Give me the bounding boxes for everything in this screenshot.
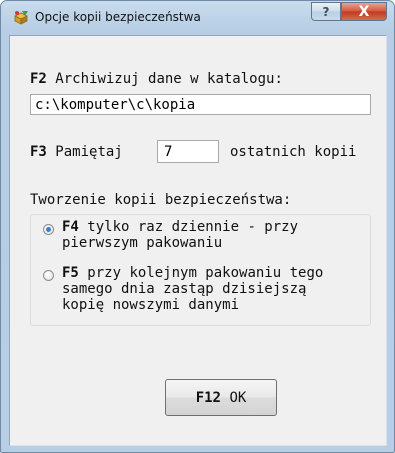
copies-label-before-text: Pamiętaj — [55, 144, 123, 160]
archive-path-input[interactable] — [30, 94, 371, 115]
option-replace-radio[interactable] — [43, 270, 54, 281]
title-bar[interactable]: Opcje kopii bezpieczeństwa ? X — [1, 1, 394, 35]
copies-label-after: ostatnich kopii — [230, 144, 357, 160]
dialog-window: Opcje kopii bezpieczeństwa ? X F2 Archiw… — [0, 0, 395, 453]
option-daily-key: F4 — [62, 219, 79, 235]
help-button[interactable]: ? — [311, 2, 341, 21]
option-daily-radio[interactable] — [43, 224, 54, 235]
backup-creation-heading: Tworzenie kopii bezpieczeństwa: — [30, 192, 292, 208]
help-icon: ? — [322, 4, 330, 19]
ok-key: F12 — [195, 389, 221, 406]
option-daily-text-line1: tylko raz dziennie - przy — [87, 219, 299, 235]
archive-key: F2 — [30, 71, 47, 87]
option-daily-text-line2: pierwszym pakowaniu — [62, 235, 223, 251]
ok-button[interactable]: F12 OK — [165, 379, 277, 416]
close-icon: X — [358, 3, 370, 20]
option-replace-text-line3: kopię nowszymi danymi — [62, 297, 240, 313]
option-daily-label[interactable]: F4 tylko raz dziennie - przy — [62, 219, 298, 235]
option-replace-text-line2: samego dnia zastąp dzisiejszą — [62, 281, 307, 297]
option-replace-key: F5 — [62, 265, 79, 281]
option-replace-text-line1: przy kolejnym pakowaniu tego — [87, 265, 324, 281]
backup-app-icon — [13, 10, 29, 26]
dialog-body: F2 Archiwizuj dane w katalogu: F3 Pamięt… — [9, 35, 387, 446]
radio-selected-dot — [46, 227, 51, 232]
window-title: Opcje kopii bezpieczeństwa — [35, 10, 201, 24]
archive-label-text: Archiwizuj dane w katalogu: — [55, 71, 283, 87]
archive-label: F2 Archiwizuj dane w katalogu: — [30, 71, 283, 87]
copies-key: F3 — [30, 144, 47, 160]
ok-label: OK — [229, 389, 247, 406]
option-replace-label[interactable]: F5 przy kolejnym pakowaniu tego — [62, 265, 323, 281]
copies-count-input[interactable] — [157, 140, 219, 163]
close-button[interactable]: X — [341, 2, 387, 21]
copies-label-before: F3 Pamiętaj — [30, 144, 123, 160]
